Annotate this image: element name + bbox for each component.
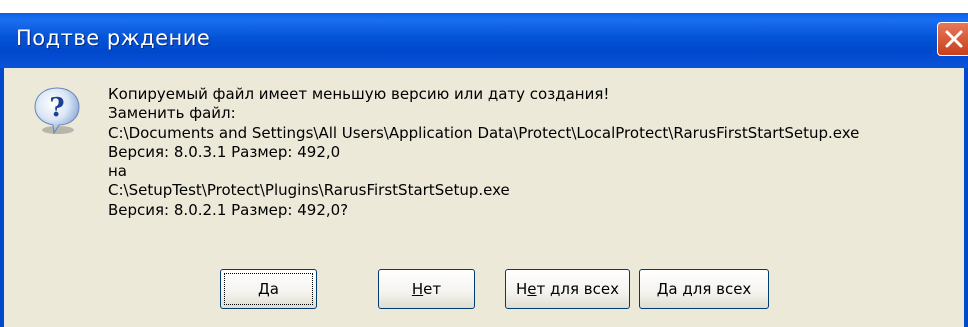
- no-label: ет: [423, 280, 442, 298]
- close-button[interactable]: [937, 22, 968, 56]
- message-line: Заменить файл:: [108, 104, 236, 123]
- target-version-size: Версия: 8.0.2.1 Размер: 492,0?: [108, 200, 349, 219]
- yes-label: а: [269, 280, 279, 298]
- yes-to-all-label: а для всех: [668, 280, 752, 298]
- window-border-right: [964, 68, 968, 327]
- no-to-all-prefix: Н: [516, 280, 528, 298]
- svg-text:?: ?: [49, 93, 64, 123]
- yes-to-all-button[interactable]: Да для всех: [639, 269, 769, 309]
- no-to-all-button[interactable]: Нет для всех: [505, 269, 630, 309]
- title-bar[interactable]: Подтве рждение: [0, 13, 968, 68]
- no-button[interactable]: Нет: [378, 269, 475, 309]
- no-mnemonic: Н: [411, 280, 424, 298]
- no-to-all-mnemonic: е: [527, 280, 537, 298]
- window-border-left: [0, 68, 4, 327]
- question-icon: ?: [34, 87, 80, 135]
- dialog-title: Подтве рждение: [16, 26, 211, 50]
- no-to-all-label: т для всех: [536, 280, 619, 298]
- source-file-path: C:\Documents and Settings\All Users\Appl…: [108, 123, 860, 142]
- message-line: Копируемый файл имеет меньшую версию или…: [108, 85, 610, 103]
- yes-mnemonic: Д: [258, 280, 270, 298]
- target-file-path: C:\SetupTest\Protect\Plugins\RarusFirstS…: [108, 181, 510, 200]
- message-text: Копируемый файл имеет меньшую версию или…: [108, 85, 859, 220]
- cropped-top-text-strip: [0, 0, 968, 12]
- yes-button[interactable]: Да: [220, 269, 317, 309]
- yes-to-all-mnemonic: Д: [656, 280, 669, 298]
- confirm-dialog: Подтве рждение ? Копируемый файл имеет м…: [0, 13, 968, 327]
- message-line: на: [108, 162, 127, 181]
- close-icon: [945, 30, 963, 48]
- source-version-size: Версия: 8.0.3.1 Размер: 492,0: [108, 142, 341, 161]
